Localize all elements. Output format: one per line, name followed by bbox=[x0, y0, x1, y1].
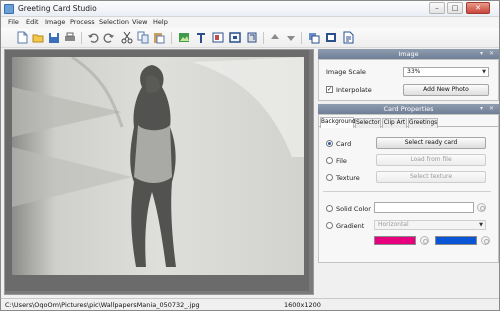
load-from-file-button[interactable]: Load from file bbox=[376, 154, 486, 166]
down-arrow-icon[interactable] bbox=[285, 31, 297, 44]
new-icon[interactable] bbox=[16, 31, 28, 44]
toolbar bbox=[1, 28, 499, 48]
gradient-color-2-swatch[interactable] bbox=[435, 236, 477, 245]
up-arrow-icon[interactable] bbox=[269, 31, 281, 44]
color-picker-icon[interactable] bbox=[481, 236, 490, 245]
card-radio[interactable] bbox=[326, 140, 333, 147]
card-icon[interactable] bbox=[212, 31, 224, 44]
gradient-mode-select[interactable]: Horizontal ▼ bbox=[374, 220, 486, 230]
solid-color-label: Solid Color bbox=[336, 205, 371, 213]
panel-controls[interactable]: ▾ ✕ bbox=[480, 49, 496, 59]
panel-controls[interactable]: ▾ ✕ bbox=[480, 104, 496, 114]
tab-clip-art[interactable]: Clip Art bbox=[382, 118, 407, 128]
gradient-mode-value: Horizontal bbox=[378, 221, 409, 228]
select-ready-card-button[interactable]: Select ready card bbox=[376, 137, 486, 149]
solid-color-field[interactable] bbox=[374, 202, 474, 213]
file-radio[interactable] bbox=[326, 157, 333, 164]
image-scale-value: 33% bbox=[407, 68, 421, 75]
interpolate-label: Interpolate bbox=[336, 86, 372, 94]
menu-selection[interactable]: Selection bbox=[99, 18, 129, 26]
save-icon[interactable] bbox=[48, 31, 60, 44]
crop-icon[interactable] bbox=[246, 31, 258, 44]
maximize-button[interactable]: □ bbox=[447, 2, 463, 14]
solid-color-radio[interactable] bbox=[326, 205, 333, 212]
paste-icon[interactable] bbox=[153, 31, 165, 44]
color-picker-icon[interactable] bbox=[477, 203, 486, 212]
horizontal-scrollbar[interactable] bbox=[5, 291, 313, 294]
image-dimensions: 1600x1200 bbox=[284, 301, 321, 309]
image-panel-title: Image bbox=[398, 50, 419, 58]
page-icon[interactable] bbox=[342, 31, 354, 44]
image-panel-header: Image ▾ ✕ bbox=[318, 49, 499, 59]
image-panel: Image Scale 33% ▼ ✓ Interpolate Add New … bbox=[318, 59, 499, 101]
send-back-icon[interactable] bbox=[308, 31, 320, 44]
print-icon[interactable] bbox=[64, 31, 76, 44]
card-label: Card bbox=[336, 140, 352, 148]
status-bar: C:\Users\OqoOm\Pictures\pic\WallpapersMa… bbox=[1, 298, 499, 310]
select-texture-button[interactable]: Select texture bbox=[376, 171, 486, 183]
toolbar-separator bbox=[171, 32, 172, 44]
gradient-radio[interactable] bbox=[326, 222, 333, 229]
frame-icon[interactable] bbox=[229, 31, 241, 44]
tab-selector[interactable]: Selector bbox=[355, 118, 381, 128]
photo-artwork bbox=[12, 57, 304, 275]
menu-edit[interactable]: Edit bbox=[26, 18, 39, 26]
toolbar-separator bbox=[301, 32, 302, 44]
cut-icon[interactable] bbox=[121, 31, 133, 44]
tab-greetings[interactable]: Greetings bbox=[408, 118, 438, 128]
image-scale-select[interactable]: 33% ▼ bbox=[403, 67, 489, 77]
section-divider bbox=[323, 191, 491, 192]
menu-process[interactable]: Process bbox=[70, 18, 95, 26]
open-icon[interactable] bbox=[32, 31, 44, 44]
image-icon[interactable] bbox=[178, 31, 190, 44]
close-button[interactable]: ✕ bbox=[466, 2, 490, 14]
add-new-photo-button[interactable]: Add New Photo bbox=[403, 84, 489, 96]
minimize-button[interactable]: – bbox=[429, 2, 445, 14]
undo-icon[interactable] bbox=[87, 31, 99, 44]
canvas-area[interactable] bbox=[4, 49, 314, 295]
text-icon[interactable] bbox=[195, 31, 207, 44]
card-panel-header: Card Properties ▾ ✕ bbox=[318, 104, 499, 114]
texture-radio[interactable] bbox=[326, 174, 333, 181]
card-tabs: Background Selector Clip Art Greetings bbox=[319, 117, 498, 128]
gradient-color-1-swatch[interactable] bbox=[374, 236, 416, 245]
menu-file[interactable]: File bbox=[8, 18, 19, 26]
menu-view[interactable]: View bbox=[132, 18, 147, 26]
chevron-down-icon: ▼ bbox=[479, 222, 483, 228]
title-bar: Greeting Card Studio – □ ✕ bbox=[1, 1, 499, 17]
file-label: File bbox=[336, 157, 347, 165]
toolbar-separator bbox=[263, 32, 264, 44]
bring-front-icon[interactable] bbox=[325, 31, 337, 44]
vertical-scrollbar[interactable] bbox=[309, 50, 313, 294]
app-icon bbox=[4, 4, 14, 14]
image-scale-label: Image Scale bbox=[326, 68, 366, 76]
file-path: C:\Users\OqoOm\Pictures\pic\WallpapersMa… bbox=[5, 301, 200, 309]
redo-icon[interactable] bbox=[103, 31, 115, 44]
tab-background[interactable]: Background bbox=[320, 117, 356, 128]
menu-bar: File Edit Image Process Selection View H… bbox=[1, 17, 499, 28]
gradient-label: Gradient bbox=[336, 222, 365, 230]
card-panel-title: Card Properties bbox=[383, 105, 434, 113]
menu-image[interactable]: Image bbox=[45, 18, 65, 26]
window-title: Greeting Card Studio bbox=[18, 4, 97, 13]
app-window: Greeting Card Studio – □ ✕ File Edit Ima… bbox=[0, 0, 500, 311]
copy-icon[interactable] bbox=[137, 31, 149, 44]
toolbar-separator bbox=[81, 32, 82, 44]
chevron-down-icon: ▼ bbox=[482, 69, 486, 75]
color-picker-icon[interactable] bbox=[420, 236, 429, 245]
texture-label: Texture bbox=[336, 174, 360, 182]
card-photo[interactable] bbox=[12, 57, 304, 275]
menu-help[interactable]: Help bbox=[153, 18, 168, 26]
interpolate-checkbox[interactable]: ✓ bbox=[326, 86, 333, 93]
